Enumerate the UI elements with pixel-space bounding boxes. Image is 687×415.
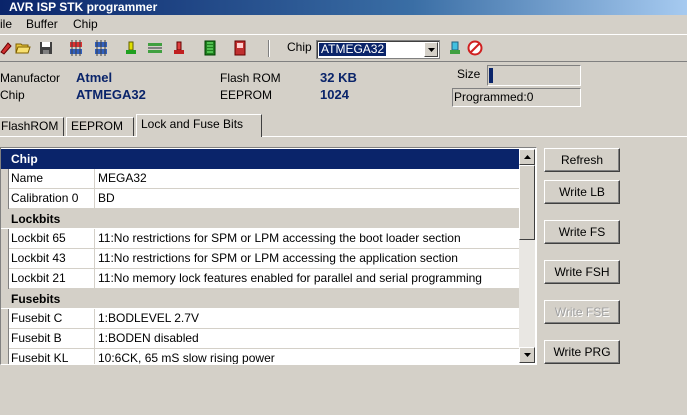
table-row[interactable]: Lockbit 21 11:No memory lock features en… [1, 269, 519, 289]
refresh-button[interactable]: Refresh [544, 148, 620, 172]
lock-chip-icon[interactable] [170, 39, 188, 57]
flash-rom-value: 32 KB [320, 70, 357, 85]
table-row[interactable]: Fusebit C 1:BODLEVEL 2.7V [1, 309, 519, 329]
row-name: Fusebit C [9, 309, 95, 329]
row-name: Lockbit 21 [9, 269, 95, 289]
row-name: Lockbit 65 [9, 229, 95, 249]
tab-eeprom[interactable]: EEPROM [66, 117, 134, 136]
section-lockbits: Lockbits [1, 209, 519, 229]
write-fsh-button[interactable]: Write FSH [544, 260, 620, 284]
write-fs-button[interactable]: Write FS [544, 220, 620, 244]
write-prg-button[interactable]: Write PRG [544, 340, 620, 364]
row-value[interactable]: 11:No restrictions for SPM or LPM access… [96, 249, 519, 269]
fuse-grid: Chip Name MEGA32 Calibration 0 BD Lockbi… [0, 147, 537, 365]
chip-info-value: ATMEGA32 [76, 87, 146, 102]
row-value[interactable]: 11:No restrictions for SPM or LPM access… [96, 229, 519, 249]
table-row[interactable]: Lockbit 43 11:No restrictions for SPM or… [1, 249, 519, 269]
table-row[interactable]: Calibration 0 BD [1, 189, 519, 209]
eeprom-value: 1024 [320, 87, 349, 102]
table-row[interactable]: Fusebit KL 10:6CK, 65 mS slow rising pow… [1, 349, 519, 364]
grid-scrollbar[interactable] [519, 149, 535, 363]
section-fusebits: Fusebits [1, 289, 519, 309]
eeprom-label: EEPROM [220, 88, 273, 102]
tab-flashrom[interactable]: FlashROM [0, 117, 64, 136]
chip-info-label: Chip [0, 88, 25, 102]
title-bar: AVR ISP STK programmer [0, 0, 687, 15]
tab-panel-border [0, 136, 687, 137]
menu-buffer[interactable]: Buffer [26, 17, 58, 31]
memory-icon[interactable] [201, 39, 219, 57]
chip-select-value: ATMEGA32 [319, 42, 387, 56]
device-icon[interactable] [231, 39, 249, 57]
size-progress-bar [487, 65, 581, 86]
connect-icon[interactable] [446, 39, 464, 57]
row-name: Name [9, 169, 95, 189]
table-row[interactable]: Lockbit 65 11:No restrictions for SPM or… [1, 229, 519, 249]
save-icon[interactable] [37, 39, 55, 57]
row-value[interactable]: BD [96, 189, 519, 209]
chip-select-label: Chip [287, 40, 312, 54]
menu-chip[interactable]: Chip [73, 17, 98, 31]
erase-icon[interactable] [0, 39, 15, 57]
table-row[interactable]: Name MEGA32 [1, 169, 519, 189]
write-lb-button[interactable]: Write LB [544, 180, 620, 204]
chip-id-icon[interactable] [146, 39, 164, 57]
size-label: Size [457, 67, 481, 81]
row-name: Fusebit KL [9, 349, 95, 364]
row-name: Fusebit B [9, 329, 95, 349]
program-chip-icon[interactable] [92, 39, 110, 57]
chip-select[interactable]: ATMEGA32 [316, 40, 440, 59]
verify-icon[interactable] [122, 39, 140, 57]
scroll-down-icon[interactable] [519, 347, 535, 363]
write-fse-button: Write FSE [544, 300, 620, 324]
row-value[interactable]: 1:BODEN disabled [96, 329, 519, 349]
scroll-up-icon[interactable] [519, 149, 535, 165]
section-chip: Chip [1, 149, 519, 169]
manufactor-label: Manufactor [0, 71, 61, 85]
size-progress-fill [489, 68, 493, 83]
toolbar-separator [268, 40, 270, 57]
tab-lock-and-fuse-bits[interactable]: Lock and Fuse Bits [136, 114, 262, 137]
table-row[interactable]: Fusebit B 1:BODEN disabled [1, 329, 519, 349]
row-value[interactable]: 1:BODLEVEL 2.7V [96, 309, 519, 329]
section-chip-title: Chip [11, 152, 38, 166]
chevron-down-icon[interactable] [424, 42, 438, 57]
row-name: Calibration 0 [9, 189, 95, 209]
menu-file[interactable]: ile [0, 17, 12, 31]
stop-icon[interactable] [466, 39, 484, 57]
programmed-status: Programmed:0 [452, 88, 581, 107]
read-chip-icon[interactable] [67, 39, 85, 57]
open-folder-icon[interactable] [14, 39, 32, 57]
scrollbar-thumb[interactable] [519, 165, 535, 240]
menu-bar: ile Buffer Chip [0, 15, 687, 33]
section-lockbits-title: Lockbits [11, 212, 61, 226]
flash-rom-label: Flash ROM [220, 71, 281, 85]
section-fusebits-title: Fusebits [11, 292, 61, 306]
row-value[interactable]: 11:No memory lock features enabled for p… [96, 269, 519, 289]
window-title: AVR ISP STK programmer [9, 0, 158, 14]
row-value[interactable]: 10:6CK, 65 mS slow rising power [96, 349, 519, 364]
row-value[interactable]: MEGA32 [96, 169, 519, 189]
row-name: Lockbit 43 [9, 249, 95, 269]
manufactor-value: Atmel [76, 70, 113, 85]
